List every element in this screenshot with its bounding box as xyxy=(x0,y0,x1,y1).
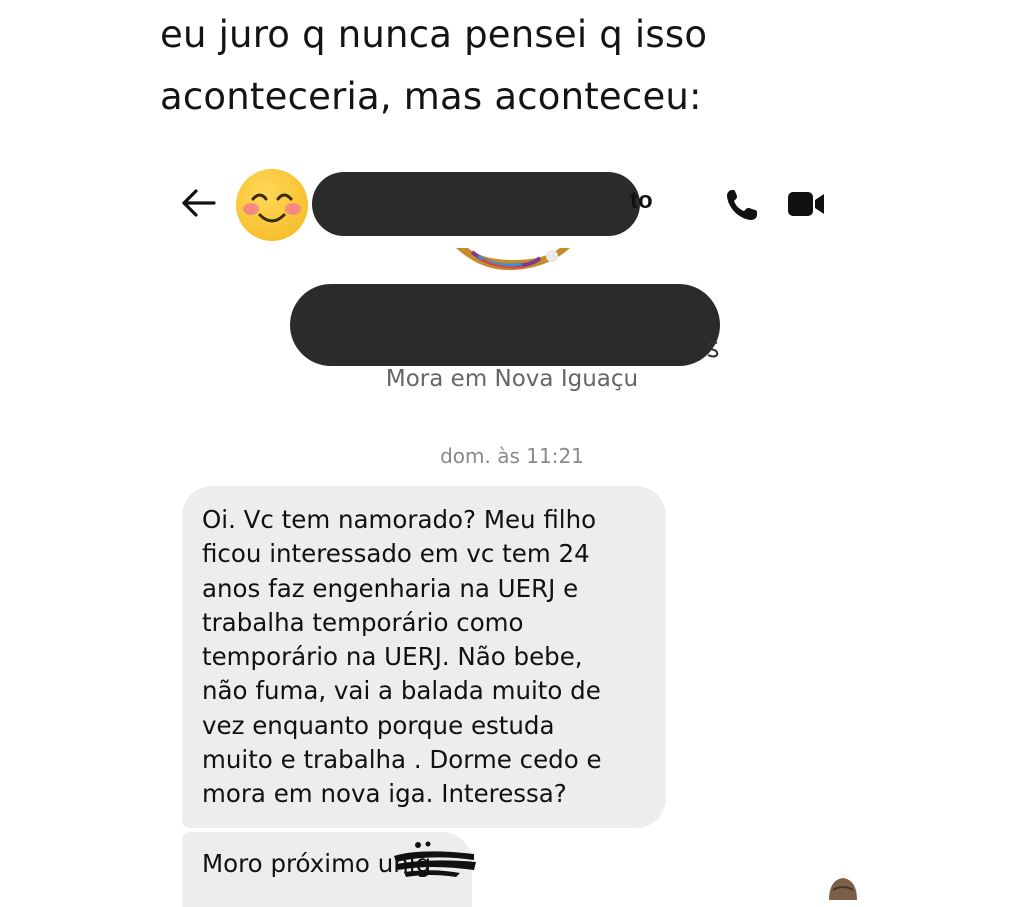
contact-avatar[interactable] xyxy=(236,169,308,241)
contact-name-visible-suffix: to xyxy=(630,187,653,214)
redacted-profile-name xyxy=(290,284,720,366)
redacted-contact-name xyxy=(312,172,640,236)
message-bubble[interactable]: Oi. Vc tem namorado? Meu filho ficou int… xyxy=(182,486,666,828)
back-arrow-icon[interactable] xyxy=(178,185,218,221)
profile-photo-fragment xyxy=(456,248,570,271)
phone-icon[interactable] xyxy=(724,187,760,223)
message-timestamp: dom. às 11:21 xyxy=(440,444,584,468)
redaction-residue xyxy=(706,340,720,358)
chat-header: to xyxy=(0,165,1024,245)
video-camera-icon[interactable] xyxy=(786,189,826,219)
smiling-face-emoji-icon xyxy=(243,193,301,223)
post-text: eu juro q nunca pensei q isso aconteceri… xyxy=(160,13,708,118)
profile-location: Mora em Nova Iguaçu xyxy=(385,366,639,392)
read-receipt-avatar xyxy=(829,878,857,900)
scribble-redaction xyxy=(394,841,476,877)
